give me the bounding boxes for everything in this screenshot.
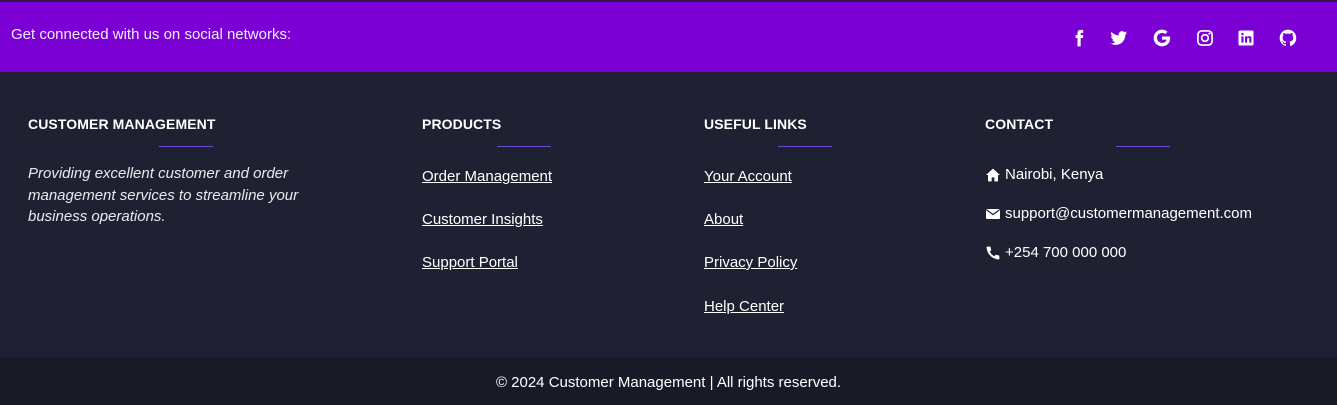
github-icon[interactable]	[1276, 26, 1300, 50]
contact-address-text: Nairobi, Kenya	[1005, 166, 1104, 183]
link-privacy-policy[interactable]: Privacy Policy	[704, 254, 797, 271]
about-title: CUSTOMER MANAGEMENT	[28, 116, 216, 132]
link-customer-insights[interactable]: Customer Insights	[422, 211, 543, 228]
social-bar: Get connected with us on social networks…	[0, 0, 1337, 72]
facebook-icon[interactable]	[1067, 26, 1091, 50]
contact-title: CONTACT	[985, 116, 1054, 132]
instagram-icon[interactable]	[1193, 26, 1217, 50]
link-order-management[interactable]: Order Management	[422, 168, 552, 185]
phone-icon	[985, 245, 1001, 261]
linkedin-icon[interactable]	[1234, 26, 1258, 50]
google-icon[interactable]	[1150, 26, 1174, 50]
useful-links-title: USEFUL LINKS	[704, 116, 807, 132]
useful-links-divider	[778, 146, 832, 147]
footer-main: CUSTOMER MANAGEMENT Providing excellent …	[0, 72, 1337, 357]
link-support-portal[interactable]: Support Portal	[422, 254, 518, 271]
products-title: PRODUCTS	[422, 116, 502, 132]
contact-email-text[interactable]: support@customermanagement.com	[1005, 205, 1252, 222]
link-help-center[interactable]: Help Center	[704, 298, 784, 315]
copyright-bar: © 2024 Customer Management | All rights …	[0, 357, 1337, 405]
envelope-icon	[985, 206, 1001, 222]
copyright-text: © 2024 Customer Management | All rights …	[495, 374, 842, 391]
home-icon	[985, 167, 1001, 183]
contact-email: support@customermanagement.com	[985, 205, 1252, 222]
contact-phone: +254 700 000 000	[985, 244, 1126, 261]
link-your-account[interactable]: Your Account	[704, 168, 792, 185]
social-prompt: Get connected with us on social networks…	[11, 26, 292, 43]
about-divider	[159, 146, 213, 147]
products-divider	[497, 146, 551, 147]
about-text: Providing excellent customer and order m…	[28, 165, 299, 225]
contact-divider	[1116, 146, 1170, 147]
contact-phone-text[interactable]: +254 700 000 000	[1005, 244, 1126, 261]
contact-address: Nairobi, Kenya	[985, 166, 1103, 183]
link-about[interactable]: About	[704, 211, 743, 228]
twitter-icon[interactable]	[1107, 26, 1131, 50]
